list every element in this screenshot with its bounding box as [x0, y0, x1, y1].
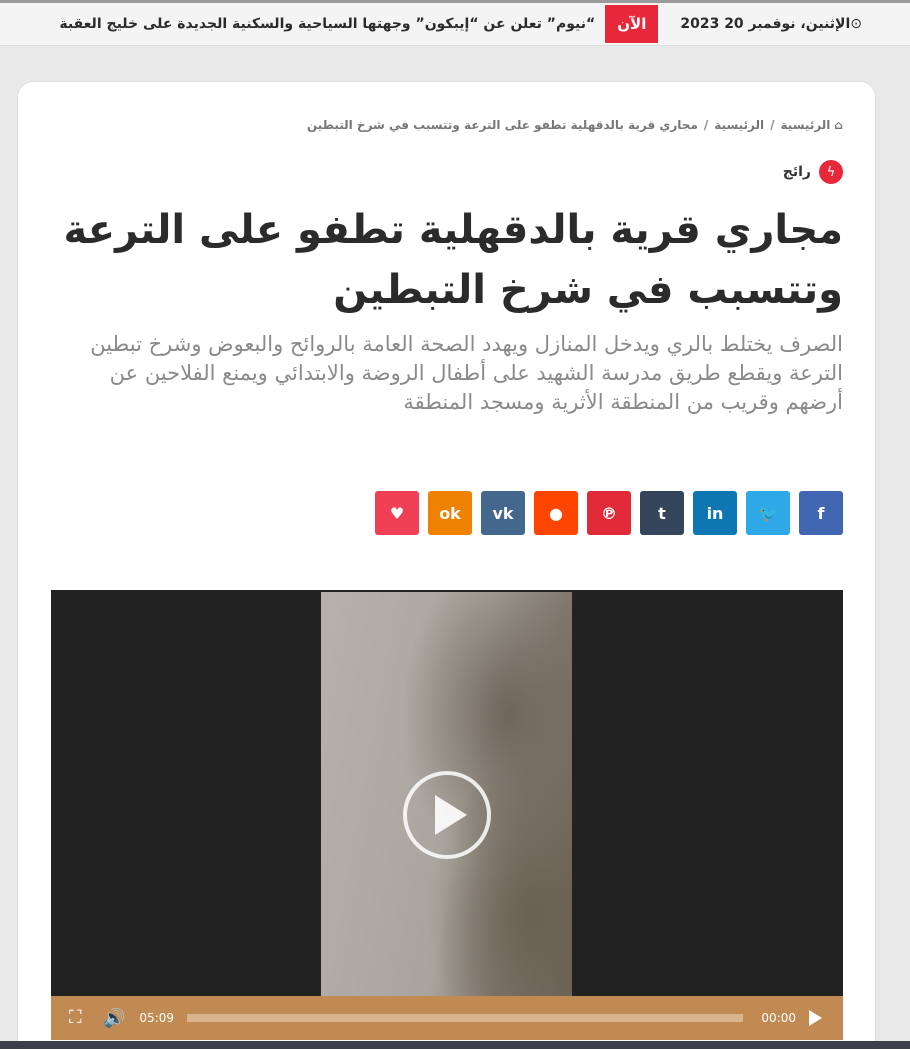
pocket-share-button[interactable]: ♥ [375, 491, 419, 535]
home-icon[interactable]: ⌂ [834, 118, 843, 132]
play-control-icon[interactable] [809, 1010, 823, 1026]
trending-label: رائج [782, 164, 811, 180]
now-label: الآن [605, 5, 659, 43]
play-icon [435, 795, 467, 835]
video-player[interactable]: ⛶ 🔊 05:09 00:00 [51, 590, 843, 1040]
linkedin-icon: in [706, 503, 724, 523]
article-title: مجاري قرية بالدقهلية تطفو على الترعة وتت… [63, 207, 843, 313]
odnoklassniki-icon: ok [439, 503, 461, 523]
vk-share-button[interactable]: vk [481, 491, 525, 535]
facebook-icon: f [817, 503, 825, 523]
video-controls: ⛶ 🔊 05:09 00:00 [51, 996, 843, 1040]
twitter-icon: 🐦 [758, 503, 778, 523]
trending-badge: ϟ رائج [783, 160, 843, 184]
twitter-share-button[interactable]: 🐦 [746, 491, 790, 535]
clock-icon: ⊙ [850, 16, 862, 32]
breadcrumb-category-link[interactable]: الرئيسية [714, 118, 764, 132]
breadcrumb: ⌂ الرئيسية / الرئيسية / مجاري قرية بالدق… [51, 118, 843, 132]
big-play-button[interactable] [403, 771, 491, 859]
pocket-icon: ♥ [389, 503, 405, 523]
article-card: ⌂ الرئيسية / الرئيسية / مجاري قرية بالدق… [17, 81, 876, 1049]
bolt-icon: ϟ [819, 160, 843, 184]
volume-icon[interactable]: 🔊 [103, 1008, 125, 1029]
breadcrumb-current: مجاري قرية بالدقهلية تطفو على الترعة وتت… [306, 118, 698, 132]
breadcrumb-home-link[interactable]: الرئيسية [781, 118, 831, 132]
fullscreen-icon[interactable]: ⛶ [69, 1008, 89, 1028]
reddit-icon: ● [549, 503, 563, 523]
current-date: الإثنين، نوفمبر 20 2023 [680, 16, 851, 32]
duration: 00:00 [761, 1011, 797, 1025]
current-time: 05:09 [139, 1011, 175, 1025]
tumblr-share-button[interactable]: t [640, 491, 684, 535]
breadcrumb-separator: / [703, 118, 709, 132]
vk-icon: vk [492, 503, 514, 523]
breadcrumb-separator: / [770, 118, 775, 132]
seek-bar[interactable] [187, 1014, 744, 1022]
top-news-bar: ⊙ الإثنين، نوفمبر 20 2023 الآن “نيوم” تع… [0, 0, 910, 46]
reddit-share-button[interactable]: ● [534, 491, 578, 535]
linkedin-share-button[interactable]: in [693, 491, 737, 535]
pinterest-share-button[interactable]: ℗ [587, 491, 631, 535]
facebook-share-button[interactable]: f [799, 491, 843, 535]
odnoklassniki-share-button[interactable]: ok [428, 491, 472, 535]
bottom-bar [0, 1041, 910, 1049]
article-subtitle: الصرف يختلط بالري ويدخل المنازل ويهدد ال… [90, 332, 843, 414]
share-buttons: f 🐦 in t ℗ ● vk ok ♥ [375, 491, 843, 535]
news-ticker-link[interactable]: “نيوم” تعلن عن “إيبكون” وجهتها السياحية … [59, 16, 595, 32]
tumblr-icon: t [658, 503, 666, 523]
pinterest-icon: ℗ [601, 503, 617, 523]
